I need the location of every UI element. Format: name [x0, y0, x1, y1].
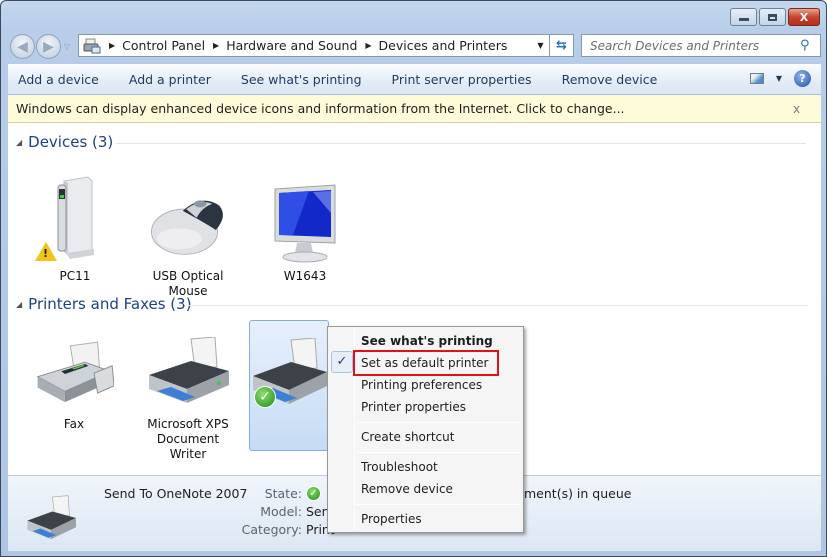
close-icon: X [799, 10, 809, 24]
default-printer-check-icon: ✓ [254, 386, 276, 408]
menu-separator [356, 422, 521, 423]
breadcrumb-control-panel[interactable]: Control Panel [122, 38, 205, 53]
menu-item-printing-preferences[interactable]: Printing preferences [361, 374, 482, 396]
monitor-icon [265, 173, 345, 263]
mouse-icon [148, 173, 228, 263]
printer-icon [140, 335, 236, 411]
selected-printer-icon [27, 495, 76, 540]
refresh-icon: ⇆ [556, 38, 567, 53]
add-printer-button[interactable]: Add a printer [129, 72, 211, 87]
change-view-icon[interactable] [749, 73, 764, 84]
navigation-buttons: ◀ ▶ ▽ [10, 34, 70, 59]
breadcrumb-separator-icon[interactable]: ▶ [109, 41, 115, 50]
minimize-icon [738, 18, 749, 21]
info-bar-close-icon[interactable]: x [793, 102, 821, 116]
remove-device-button[interactable]: Remove device [562, 72, 658, 87]
menu-item-printer-properties[interactable]: Printer properties [361, 396, 466, 418]
details-device-name: Send To OneNote 2007 [104, 486, 248, 501]
breadcrumb-separator-icon[interactable]: ▶ [213, 41, 219, 50]
close-button[interactable]: X [788, 8, 820, 26]
highlight-annotation-box [353, 350, 499, 376]
group-title: Devices (3) [28, 133, 114, 151]
details-category-row: Category: Print [232, 522, 335, 537]
toolbar-right: ▼ ? [749, 70, 811, 87]
fax-icon [34, 335, 114, 411]
breadcrumb-hardware-and-sound[interactable]: Hardware and Sound [226, 38, 357, 53]
info-bar-message[interactable]: Windows can display enhanced device icon… [16, 101, 793, 116]
category-label: Category: [241, 522, 302, 537]
state-ok-icon: ✓ [306, 486, 321, 501]
details-model-row: Model: Send [232, 504, 337, 519]
breadcrumb-devices-and-printers[interactable]: Devices and Printers [379, 38, 508, 53]
printer-tile-send-to-onenote-2007[interactable]: ✓ [249, 320, 329, 451]
add-device-button[interactable]: Add a device [18, 72, 99, 87]
minimize-button[interactable] [730, 8, 757, 26]
device-tile-usb-optical-mouse[interactable]: USB Optical Mouse [148, 173, 228, 299]
devices-and-printers-window: X ◀ ▶ ▽ ▶ Control Panel ▶ Hardware and S… [0, 0, 827, 557]
group-divider [116, 143, 806, 144]
menu-item-create-shortcut[interactable]: Create shortcut [361, 426, 454, 448]
menu-separator [356, 452, 521, 453]
address-history-dropdown[interactable]: ▼ [531, 35, 549, 56]
caption-buttons: X [730, 8, 820, 26]
printer-tile-fax[interactable]: Fax [34, 335, 114, 432]
checkmark-icon: ✓ [331, 351, 353, 373]
printer-label: Fax [63, 417, 85, 431]
info-bar[interactable]: Windows can display enhanced device icon… [8, 95, 821, 123]
computer-tower-icon: ! [35, 173, 115, 263]
model-label: Model: [260, 504, 302, 519]
group-header-devices[interactable]: ◢ Devices (3) [16, 133, 806, 151]
command-bar: Add a device Add a printer See what's pr… [8, 64, 821, 95]
collapse-triangle-icon[interactable]: ◢ [16, 300, 22, 309]
collapse-triangle-icon[interactable]: ◢ [16, 138, 22, 147]
menu-separator [356, 504, 521, 505]
search-input[interactable]: Search Devices and Printers [590, 39, 800, 53]
breadcrumb: ▶ Control Panel ▶ Hardware and Sound ▶ D… [79, 38, 531, 54]
see-whats-printing-button[interactable]: See what's printing [241, 72, 362, 87]
menu-item-see-whats-printing[interactable]: See what's printing [361, 330, 493, 352]
forward-button[interactable]: ▶ [36, 34, 61, 59]
menu-item-properties[interactable]: Properties [361, 508, 422, 530]
details-state-row: State: ✓ [232, 486, 321, 501]
back-button[interactable]: ◀ [10, 34, 35, 59]
help-button[interactable]: ? [794, 70, 811, 87]
menu-item-troubleshoot[interactable]: Troubleshoot [361, 456, 438, 478]
back-arrow-icon: ◀ [17, 38, 28, 55]
device-label: PC11 [59, 269, 91, 283]
device-label: W1643 [283, 269, 327, 283]
breadcrumb-separator-icon[interactable]: ▶ [365, 41, 371, 50]
devices-printers-icon [83, 38, 101, 53]
view-options-dropdown[interactable]: ▼ [776, 74, 782, 83]
menu-item-remove-device[interactable]: Remove device [361, 478, 453, 500]
group-title: Printers and Faxes (3) [28, 295, 192, 313]
queue-status: ment(s) in queue [524, 486, 632, 501]
help-icon: ? [799, 72, 806, 85]
printer-tile-microsoft-xps-document-writer[interactable]: Microsoft XPS Document Writer [140, 335, 236, 462]
printer-icon: ✓ [250, 321, 328, 412]
print-server-properties-button[interactable]: Print server properties [392, 72, 532, 87]
group-divider [188, 305, 808, 306]
device-tile-pc11[interactable]: ! PC11 [35, 173, 115, 284]
forward-arrow-icon: ▶ [43, 38, 54, 55]
warning-exclamation: ! [43, 247, 49, 260]
printer-label: Microsoft XPS Document Writer [147, 417, 229, 461]
device-tile-w1643[interactable]: W1643 [265, 173, 345, 284]
search-icon[interactable]: ⚲ [800, 38, 820, 53]
maximize-button[interactable] [759, 8, 786, 26]
chevron-down-icon: ▼ [537, 41, 544, 50]
recent-pages-dropdown[interactable]: ▽ [64, 42, 70, 51]
search-box[interactable]: Search Devices and Printers ⚲ [581, 34, 821, 57]
refresh-button[interactable]: ⇆ [549, 35, 573, 56]
maximize-icon [768, 13, 777, 21]
address-bar[interactable]: ▶ Control Panel ▶ Hardware and Sound ▶ D… [78, 34, 574, 57]
group-header-printers-and-faxes[interactable]: ◢ Printers and Faxes (3) [16, 295, 808, 313]
state-label: State: [264, 486, 302, 501]
